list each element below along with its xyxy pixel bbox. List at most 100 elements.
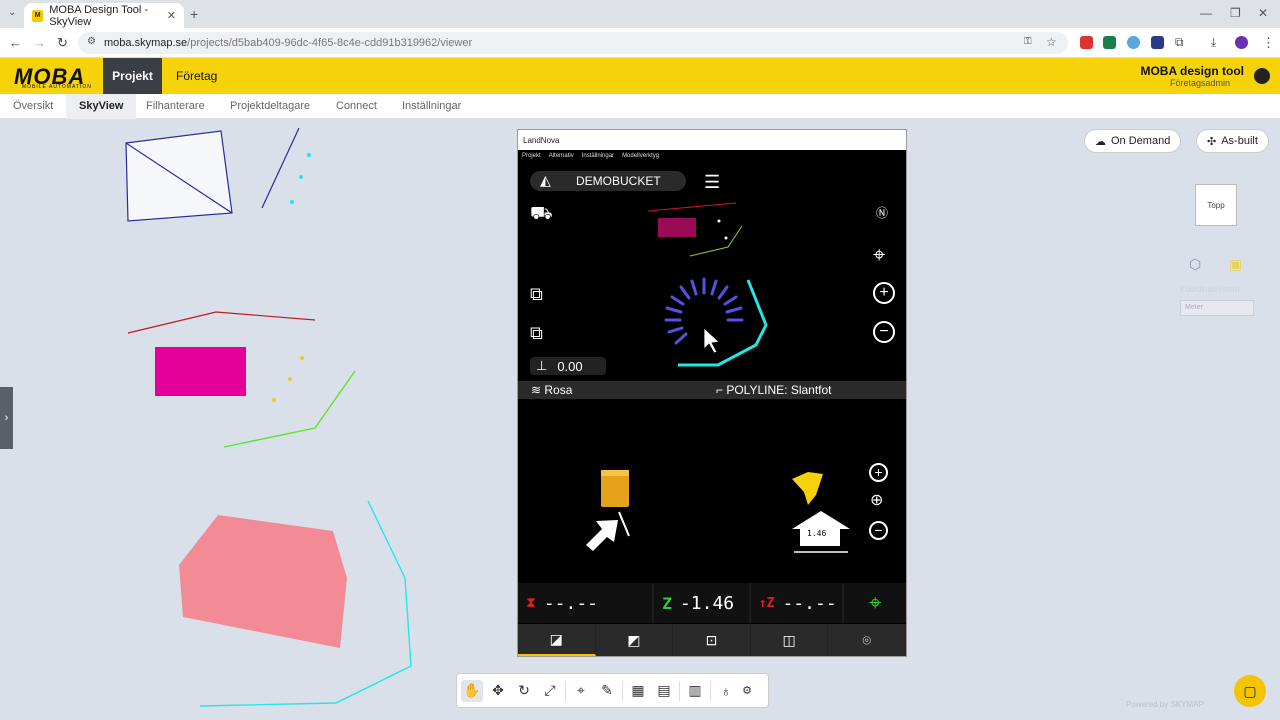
address-bar[interactable]: ⚙ moba.skymap.se/projects/d5bab409-96dc-… [78,32,1068,54]
plan-green-polyline [689,225,743,257]
browser-tab[interactable]: M MOBA Design Tool - SkyView ✕ [24,3,184,28]
plan-point [724,236,728,240]
tab-list-icon[interactable]: ⌄ [8,7,16,18]
expand-sidebar-button[interactable]: › [0,387,13,449]
close-tab-icon[interactable]: ✕ [167,9,176,22]
readout-bar: ⧗ --.-- Z -1.46 ↑Z --.-- ⌖ [518,583,906,623]
map-point [272,398,276,402]
z-value: -1.46 [679,592,735,614]
nav-point-icon[interactable]: ⊡ [673,624,751,656]
move-icon[interactable]: ✥ [487,680,509,702]
rotate-icon[interactable]: ↻ [513,680,535,702]
maximize-icon[interactable]: ❐ [1230,6,1241,20]
plan-red-line [647,202,737,212]
tab-projektdeltagare[interactable]: Projektdeltagare [217,94,323,119]
map-layers-icon[interactable]: ▥ [684,680,706,702]
tab-title: MOBA Design Tool - SkyView [49,3,149,28]
on-demand-button[interactable]: ☁ On Demand [1084,129,1182,153]
plan-magenta-rectangle [658,218,696,237]
height-offset-icon: ⊥ [536,358,548,373]
location-pin-icon[interactable]: ⌖ [570,680,592,702]
lightbulb-icon[interactable]: ♁ [715,680,737,702]
profile-zoom-fit-icon[interactable]: ⊕ [870,490,883,510]
height-readout: ⊥ 0.00 [530,357,606,375]
toolbar-separator [679,680,680,701]
tab-connect[interactable]: Connect [323,94,390,119]
profile-yellow-marker [792,472,823,505]
toolbar-separator [710,680,711,701]
document-icon[interactable]: ▤ [653,680,675,702]
nav-location-icon[interactable]: ⌾ [828,624,906,656]
favicon-icon: M [32,9,44,22]
map-point [307,153,311,157]
key-icon[interactable]: ⚿ [1024,36,1032,47]
nav-profile-view-icon[interactable]: ◩ [596,624,674,656]
extension-icon[interactable] [1080,36,1093,49]
bookmark-star-icon[interactable]: ☆ [1046,35,1057,49]
nav-projekt[interactable]: Projekt [103,58,162,94]
map-toolbar: ✋ ✥ ↻ ⤢ ⌖ ✎ ▦ ▤ ▥ ♁ ⚙ [456,673,769,708]
z-label: Z [662,593,672,613]
polyline-icon: ⌐ [716,383,727,397]
profile-zoom-in-icon[interactable]: + [869,463,888,482]
user-avatar-icon[interactable] [1254,68,1270,84]
menu-alternativ[interactable]: Alternativ [549,150,574,163]
landnova-menubar: Projekt Alternativ Inställningar Modellv… [518,150,906,163]
profile-zoom-out-icon[interactable]: − [869,521,888,540]
close-window-icon[interactable]: ✕ [1258,6,1268,20]
dz-label: ↑Z [758,595,775,611]
depth-value: 1.46 [807,529,827,538]
mouse-cursor-icon [703,327,720,354]
measure-icon[interactable]: ✎ [596,680,618,702]
unit-select[interactable]: Meter [1180,300,1254,316]
url-host: moba.skymap.se [104,37,188,49]
fit-extent-icon[interactable]: ⤢ [539,680,561,702]
3d-cube-icon[interactable]: ⬡ [1189,256,1201,273]
extension-icon[interactable] [1103,36,1116,49]
landnova-bottom-nav: ◪ ◩ ⊡ ◫ ⌾ [518,624,906,656]
chat-icon[interactable]: ▢ [1234,675,1266,707]
readout-z: Z -1.46 [654,583,749,623]
profile-avatar[interactable] [1235,36,1248,49]
powered-by-label: Powered by SKYMAP [1126,700,1204,709]
user-name[interactable]: MOBA design tool [1140,64,1244,78]
as-built-button[interactable]: ✣ As-built [1196,129,1269,153]
layer-label[interactable]: ≋ Rosa [531,383,572,397]
back-icon[interactable]: ← [9,35,22,50]
nav-surface-icon[interactable]: ◫ [751,624,829,656]
coordinate-system-label: Koordinatsystem [1180,285,1240,294]
menu-installningar[interactable]: Inställningar [582,150,614,163]
extension-icon[interactable] [1127,36,1140,49]
readout-left: ⧗ --.-- [518,583,653,623]
nav-plan-view-icon[interactable]: ◪ [518,624,596,656]
sub-navigation: Översikt SkyView Filhanterare Projektdel… [0,94,1280,119]
pan-hand-icon[interactable]: ✋ [461,679,483,702]
tab-oversikt[interactable]: Översikt [0,94,66,119]
as-built-label: As-built [1221,135,1258,147]
landnova-window[interactable]: LandNova Projekt Alternativ Inställninga… [517,129,907,657]
tab-skyview[interactable]: SkyView [66,94,137,119]
profile-machine-top [601,470,629,476]
nav-foretag[interactable]: Företag [176,69,217,83]
new-tab-icon[interactable]: + [190,6,198,22]
view-cube-top[interactable]: Topp [1195,184,1237,226]
plan-point [717,219,721,223]
browser-menu-icon[interactable]: ⋮ [1262,35,1275,51]
tab-installningar[interactable]: Inställningar [389,94,474,119]
menu-projekt[interactable]: Projekt [522,150,541,163]
image-icon[interactable]: ▣ [1229,256,1242,273]
settings-gear-icon[interactable]: ⚙ [741,680,753,702]
menu-modellverktyg[interactable]: Modellverktyg [622,150,659,163]
tab-filhanterare[interactable]: Filhanterare [133,94,218,119]
minimize-icon[interactable]: — [1200,6,1212,20]
extension-icon[interactable] [1151,36,1164,49]
puzzle-icon[interactable]: ⧉ [1175,35,1184,50]
polyline-label[interactable]: ⌐ POLYLINE: Slantfot [716,383,832,397]
reload-icon[interactable]: ↻ [57,35,68,51]
calculator-icon[interactable]: ▦ [627,680,649,702]
forward-icon[interactable]: → [33,35,46,50]
site-info-icon[interactable]: ⚙ [87,36,96,47]
gps-status[interactable]: ⌖ [844,583,906,623]
download-icon[interactable]: ⤓ [1211,35,1216,50]
toolbar-separator [622,680,623,701]
